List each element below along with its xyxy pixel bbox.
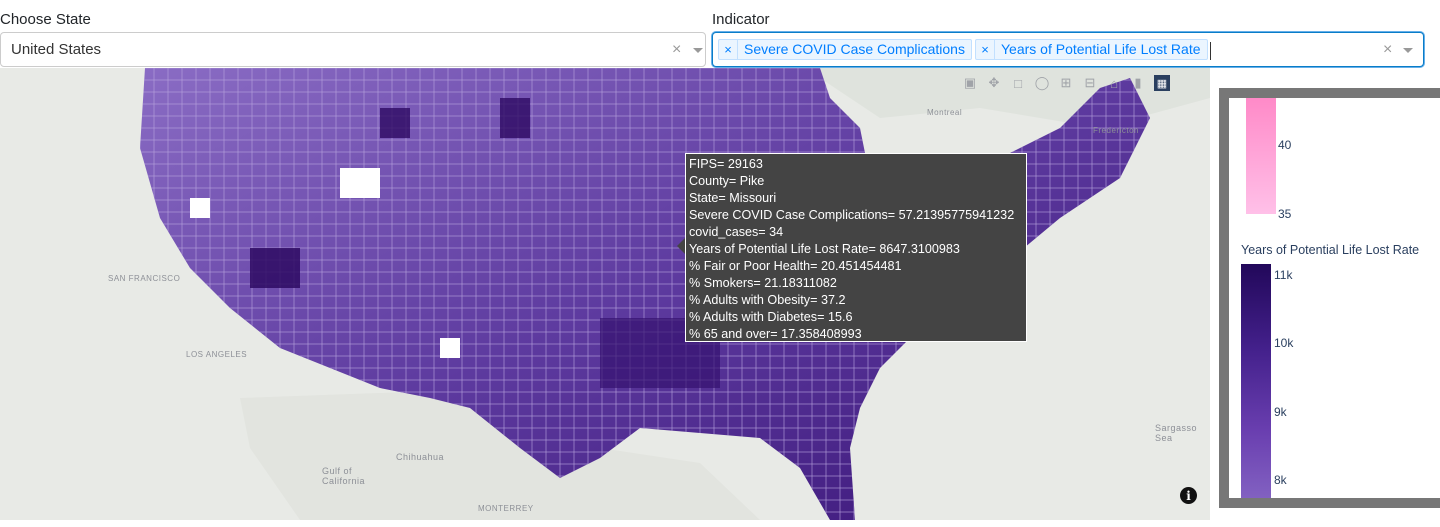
indicator-filter-label: Indicator: [712, 11, 770, 28]
tooltip-line: % Adults with Obesity= 37.2: [689, 293, 846, 307]
choropleth-map[interactable]: SAN FRANCISCO LOS ANGELES Chihuahua Gulf…: [0, 68, 1210, 520]
camera-icon[interactable]: ▣: [958, 74, 982, 92]
map-canvas[interactable]: [0, 68, 1210, 520]
tooltip-line: % 65 and over= 17.358408993: [689, 327, 862, 341]
colorbar-tick: 8k: [1274, 473, 1287, 487]
zoom-out-icon[interactable]: ⊟: [1078, 74, 1102, 92]
map-place-label: Chihuahua: [396, 452, 445, 462]
map-place-label: Sargasso Sea: [1155, 423, 1198, 443]
state-filter-label: Choose State: [0, 11, 91, 28]
state-select[interactable]: United States ×: [0, 32, 706, 67]
clear-icon[interactable]: ×: [1383, 41, 1392, 59]
zoom-in-icon[interactable]: ⊞: [1054, 74, 1078, 92]
tooltip-line: County= Pike: [689, 174, 765, 188]
lasso-icon[interactable]: ◯: [1030, 74, 1054, 92]
indicator-chip-covid[interactable]: × Severe COVID Case Complications: [718, 39, 972, 60]
colorbar-tick: 35: [1278, 207, 1292, 221]
home-icon[interactable]: ⌂: [1102, 74, 1126, 92]
box-select-icon[interactable]: □: [1006, 74, 1030, 92]
tooltip-line: % Adults with Diabetes= 15.6: [689, 310, 853, 324]
colorbar-tick: 40: [1278, 138, 1292, 152]
plot-modebar: ▣ ✥ □ ◯ ⊞ ⊟ ⌂ ▮ ▦: [958, 74, 1174, 92]
chevron-down-icon[interactable]: [1403, 48, 1413, 53]
ypll-colorbar: [1241, 264, 1271, 498]
colorbar-tick: 9k: [1274, 405, 1287, 419]
text-caret: [1210, 42, 1211, 60]
tooltip-arrow: [677, 238, 685, 254]
legend-panel: 40 35 Years of Potential Life Lost Rate …: [1219, 88, 1440, 508]
tooltip-line: Severe COVID Case Complications= 57.2139…: [689, 208, 1015, 222]
chip-label: Years of Potential Life Lost Rate: [1001, 41, 1201, 57]
plotly-logo-icon[interactable]: ▦: [1150, 74, 1174, 92]
pan-icon[interactable]: ✥: [982, 74, 1006, 92]
info-icon[interactable]: i: [1180, 487, 1197, 504]
colorbar-tick: 10k: [1274, 336, 1294, 350]
tooltip-line: % Fair or Poor Health= 20.451454481: [689, 259, 902, 273]
clear-icon[interactable]: ×: [672, 41, 681, 59]
map-place-label: Fredericton: [1093, 126, 1139, 135]
state-select-value: United States: [11, 41, 102, 58]
tooltip-line: covid_cases= 34: [689, 225, 784, 239]
covid-colorbar: [1246, 98, 1276, 214]
tooltip-line: % Smokers= 21.18311082: [689, 276, 837, 290]
ypll-colorbar-title: Years of Potential Life Lost Rate: [1241, 243, 1420, 257]
hover-tooltip: FIPS= 29163 County= Pike State= Missouri…: [685, 153, 1027, 342]
map-place-label: SAN FRANCISCO: [108, 274, 181, 283]
indicator-chip-ypll[interactable]: × Years of Potential Life Lost Rate: [975, 39, 1208, 60]
tooltip-line: Years of Potential Life Lost Rate= 8647.…: [689, 242, 960, 256]
map-place-label: Montreal: [927, 108, 963, 117]
remove-chip-icon[interactable]: ×: [976, 40, 995, 59]
colorbar-tick: 11k: [1274, 268, 1293, 282]
remove-chip-icon[interactable]: ×: [719, 40, 738, 59]
map-place-label: LOS ANGELES: [186, 350, 248, 359]
map-place-label: MONTERREY: [478, 504, 534, 513]
map-place-label: Gulf of California: [322, 466, 366, 486]
indicator-select[interactable]: × Severe COVID Case Complications × Year…: [712, 32, 1424, 67]
reset-icon[interactable]: ▮: [1126, 74, 1150, 92]
chip-label: Severe COVID Case Complications: [744, 41, 965, 57]
tooltip-line: FIPS= 29163: [689, 157, 763, 171]
chevron-down-icon[interactable]: [693, 48, 703, 53]
tooltip-line: State= Missouri: [689, 191, 777, 205]
